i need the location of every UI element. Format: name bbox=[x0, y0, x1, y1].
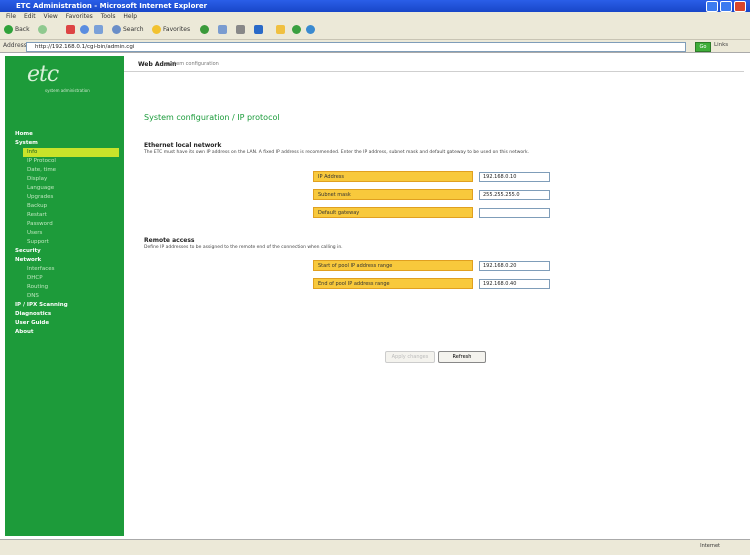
ethernet-section-text: The ETC must have its own IP address on … bbox=[144, 150, 530, 155]
sidebar-item-system-info[interactable]: Info bbox=[23, 148, 119, 157]
content-header: Web Admin system configuration bbox=[124, 56, 744, 72]
menu-view[interactable]: View bbox=[44, 13, 58, 20]
sidebar-item-diagnostics[interactable]: Diagnostics bbox=[5, 310, 124, 319]
menu-tools[interactable]: Tools bbox=[101, 13, 116, 20]
home-icon bbox=[94, 25, 103, 34]
messenger-icon bbox=[292, 25, 301, 34]
sidebar-item-about[interactable]: About bbox=[5, 328, 124, 337]
page-title: System configuration / IP protocol bbox=[144, 113, 280, 122]
address-label: Address bbox=[3, 42, 27, 49]
sidebar-item-password[interactable]: Password bbox=[5, 220, 124, 229]
sidebar-item-upgrades[interactable]: Upgrades bbox=[5, 193, 124, 202]
subnet-mask-input[interactable]: 255.255.255.0 bbox=[479, 190, 550, 200]
default-gateway-input[interactable] bbox=[479, 208, 550, 218]
print-icon bbox=[236, 25, 245, 34]
stop-button[interactable] bbox=[66, 24, 77, 35]
sidebar-item-home[interactable]: Home bbox=[5, 130, 124, 139]
history-button[interactable] bbox=[200, 24, 211, 35]
ethernet-section-title: Ethernet local network bbox=[144, 142, 222, 149]
search-button[interactable]: Search bbox=[112, 24, 144, 35]
sidebar-item-users[interactable]: Users bbox=[5, 229, 124, 238]
mail-icon bbox=[218, 25, 227, 34]
back-button[interactable]: Back bbox=[4, 24, 30, 35]
ip-address-input[interactable]: 192.168.0.10 bbox=[479, 172, 550, 182]
history-icon bbox=[200, 25, 209, 34]
minimize-button[interactable] bbox=[706, 1, 718, 12]
mail-button[interactable] bbox=[218, 24, 229, 35]
sidebar-item-date-time[interactable]: Date, time bbox=[5, 166, 124, 175]
default-gateway-label: Default gateway bbox=[313, 207, 473, 218]
folder-icon bbox=[276, 25, 285, 34]
window-titlebar: ETC Administration - Microsoft Internet … bbox=[0, 0, 750, 12]
menu-edit[interactable]: Edit bbox=[24, 13, 36, 20]
brand-logo: etc bbox=[27, 62, 59, 87]
maximize-button[interactable] bbox=[720, 1, 732, 12]
status-bar: Internet bbox=[0, 539, 750, 555]
forward-arrow-icon bbox=[38, 25, 47, 34]
edit-icon bbox=[254, 25, 263, 34]
close-button[interactable] bbox=[734, 1, 746, 12]
sidebar-item-language[interactable]: Language bbox=[5, 184, 124, 193]
refresh-icon bbox=[80, 25, 89, 34]
pool-end-input[interactable]: 192.168.0.40 bbox=[479, 279, 550, 289]
menu-help[interactable]: Help bbox=[123, 13, 137, 20]
status-zone: Internet bbox=[700, 543, 720, 549]
sidebar-item-interfaces[interactable]: Interfaces bbox=[5, 265, 124, 274]
ip-address-label: IP Address bbox=[313, 171, 473, 182]
research-icon bbox=[306, 25, 315, 34]
back-arrow-icon bbox=[4, 25, 13, 34]
favorites-button[interactable]: Favorites bbox=[152, 24, 190, 35]
search-icon bbox=[112, 25, 121, 34]
sidebar-item-display[interactable]: Display bbox=[5, 175, 124, 184]
sidebar-item-support[interactable]: Support bbox=[5, 238, 124, 247]
menu-file[interactable]: File bbox=[6, 13, 16, 20]
sidebar-item-restart[interactable]: Restart bbox=[5, 211, 124, 220]
forward-button[interactable] bbox=[38, 24, 49, 35]
subnet-mask-label: Subnet mask bbox=[313, 189, 473, 200]
sidebar-item-user-guide[interactable]: User Guide bbox=[5, 319, 124, 328]
folder-button[interactable] bbox=[276, 24, 287, 35]
sidebar-item-network[interactable]: Network bbox=[5, 256, 124, 265]
pool-start-label: Start of pool IP address range bbox=[313, 260, 473, 271]
messenger-button[interactable] bbox=[292, 24, 303, 35]
sidebar-item-system[interactable]: System bbox=[5, 139, 124, 148]
remote-section-title: Remote access bbox=[144, 237, 195, 244]
research-button[interactable] bbox=[306, 24, 317, 35]
main-content: Web Admin system configuration System co… bbox=[124, 56, 744, 536]
edit-button[interactable] bbox=[254, 24, 265, 35]
sidebar-item-routing[interactable]: Routing bbox=[5, 283, 124, 292]
apply-changes-button[interactable]: Apply changes bbox=[385, 351, 435, 363]
refresh-browser-button[interactable] bbox=[80, 24, 91, 35]
menu-bar: File Edit View Favorites Tools Help bbox=[0, 12, 750, 21]
sidebar-item-security[interactable]: Security bbox=[5, 247, 124, 256]
header-subtitle: system configuration bbox=[166, 61, 219, 67]
brand-tagline: system administration bbox=[45, 88, 90, 93]
star-icon bbox=[152, 25, 161, 34]
browser-toolbar: Back Search Favorites bbox=[0, 21, 750, 40]
links-button[interactable]: Links bbox=[714, 42, 728, 48]
pool-start-input[interactable]: 192.168.0.20 bbox=[479, 261, 550, 271]
go-button[interactable]: Go bbox=[695, 42, 711, 52]
print-button[interactable] bbox=[236, 24, 247, 35]
sidebar-nav: Home System Info IP Protocol Date, time … bbox=[5, 130, 124, 337]
pool-end-label: End of pool IP address range bbox=[313, 278, 473, 289]
menu-favorites[interactable]: Favorites bbox=[66, 13, 93, 20]
sidebar-item-ip-ipx[interactable]: IP / IPX Scanning bbox=[5, 301, 124, 310]
refresh-button[interactable]: Refresh bbox=[438, 351, 486, 363]
stop-icon bbox=[66, 25, 75, 34]
address-bar: Address http://192.168.0.1/cgi-bin/admin… bbox=[0, 40, 750, 53]
sidebar-item-dns[interactable]: DNS bbox=[5, 292, 124, 301]
remote-section-text: Define IP addresses to be assigned to th… bbox=[144, 245, 343, 250]
address-input[interactable]: http://192.168.0.1/cgi-bin/admin.cgi bbox=[26, 42, 686, 52]
sidebar-item-backup[interactable]: Backup bbox=[5, 202, 124, 211]
sidebar-item-dhcp[interactable]: DHCP bbox=[5, 274, 124, 283]
home-button[interactable] bbox=[94, 24, 105, 35]
sidebar-item-ip-protocol[interactable]: IP Protocol bbox=[5, 157, 124, 166]
window-title: ETC Administration - Microsoft Internet … bbox=[16, 2, 208, 10]
sidebar: etc system administration Home System In… bbox=[5, 56, 124, 536]
